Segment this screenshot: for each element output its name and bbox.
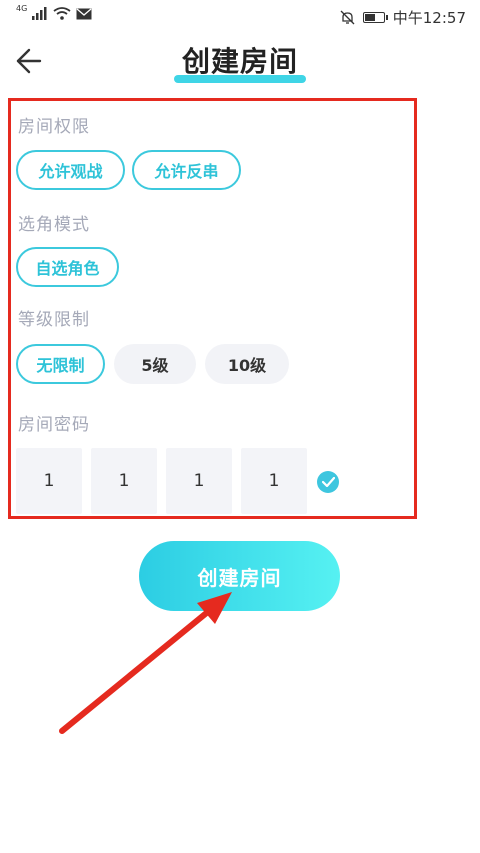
signal-icon [32, 7, 47, 20]
password-digit-3[interactable]: 1 [166, 448, 232, 514]
chip-allow-spectate[interactable]: 允许观战 [16, 150, 125, 190]
chip-self-select-role[interactable]: 自选角色 [16, 247, 119, 287]
status-left: 4G [16, 4, 92, 20]
role-mode-label: 选角模式 [18, 215, 90, 235]
create-room-button[interactable]: 创建房间 [139, 541, 340, 611]
battery-icon [362, 12, 388, 23]
clock: 中午12:57 [392, 9, 466, 27]
bell-muted-icon [340, 10, 355, 25]
password-digit-1[interactable]: 1 [16, 448, 82, 514]
chip-level-10[interactable]: 10级 [205, 344, 289, 384]
header: 创建房间 [0, 34, 480, 90]
chip-allow-crossplay[interactable]: 允许反串 [132, 150, 241, 190]
level-limit-label: 等级限制 [18, 310, 90, 330]
status-bar: 4G 中午12:57 [0, 0, 480, 34]
password-digit-2[interactable]: 1 [91, 448, 157, 514]
chip-no-limit[interactable]: 无限制 [16, 344, 105, 384]
page-title: 创建房间 [173, 40, 307, 83]
network-type: 4G [16, 4, 28, 13]
check-icon[interactable] [317, 471, 339, 493]
status-right: 中午12:57 [340, 7, 466, 28]
mail-icon [76, 8, 92, 19]
password-label: 房间密码 [18, 415, 90, 435]
wifi-icon [53, 7, 71, 20]
title-wrap: 创建房间 [0, 40, 480, 83]
chip-level-5[interactable]: 5级 [114, 344, 196, 384]
room-permission-label: 房间权限 [18, 117, 90, 137]
password-digit-4[interactable]: 1 [241, 448, 307, 514]
settings-panel: 房间权限 允许观战 允许反串 选角模式 自选角色 等级限制 无限制 5级 10级… [8, 98, 417, 519]
